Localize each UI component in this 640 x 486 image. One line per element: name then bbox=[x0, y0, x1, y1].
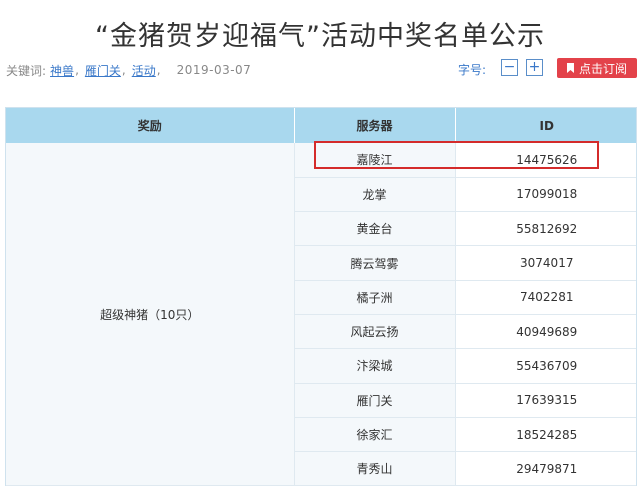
server-cell: 风起云扬 bbox=[294, 314, 456, 350]
id-cell: 55436709 bbox=[455, 348, 636, 384]
header-prize: 奖励 bbox=[6, 108, 295, 143]
server-cell: 嘉陵江 bbox=[294, 143, 456, 178]
server-cell: 汴梁城 bbox=[294, 348, 456, 384]
server-cell: 橘子洲 bbox=[294, 280, 456, 315]
id-cell: 55812692 bbox=[455, 211, 636, 247]
winners-table: 奖励 服务器 ID 超级神猪（10只） 嘉陵江 14475626 龙掌 17099018… bbox=[6, 108, 636, 486]
server-cell: 腾云驾雾 bbox=[294, 245, 456, 281]
header-id: ID bbox=[455, 108, 636, 143]
id-cell: 7402281 bbox=[455, 280, 636, 315]
prize-cell: 超级神猪（10只） bbox=[6, 143, 295, 486]
id-cell: 18524285 bbox=[455, 417, 636, 453]
page-title: “金猪贺岁迎福气”活动中奖名单公示 bbox=[95, 21, 545, 52]
id-cell: 3074017 bbox=[455, 245, 636, 281]
font-decrease-button[interactable]: − bbox=[501, 59, 518, 76]
font-increase-button[interactable]: + bbox=[526, 59, 543, 76]
id-cell: 17099018 bbox=[455, 177, 636, 213]
keyword-link-yanmenguan[interactable]: 雁门关 bbox=[85, 62, 121, 79]
header-server: 服务器 bbox=[294, 108, 456, 143]
publish-date: 2019-03-07 bbox=[176, 63, 252, 77]
id-cell: 40949689 bbox=[455, 314, 636, 350]
server-cell: 徐家汇 bbox=[294, 417, 456, 453]
server-cell: 青秀山 bbox=[294, 451, 456, 486]
server-cell: 黄金台 bbox=[294, 211, 456, 247]
bookmark-icon bbox=[566, 63, 574, 73]
server-cell: 雁门关 bbox=[294, 383, 456, 418]
winners-table-container: 奖励 服务器 ID 超级神猪（10只） 嘉陵江 14475626 龙掌 17099018… bbox=[5, 107, 637, 486]
subscribe-button[interactable]: 点击订阅 bbox=[557, 58, 637, 78]
subscribe-label: 点击订阅 bbox=[578, 61, 627, 76]
keyword-link-shenshou[interactable]: 神兽 bbox=[50, 62, 74, 79]
id-cell: 17639315 bbox=[455, 383, 636, 418]
server-cell: 龙掌 bbox=[294, 177, 456, 213]
font-size-label: 字号: bbox=[458, 63, 487, 77]
id-cell: 29479871 bbox=[455, 451, 636, 486]
table-header-row: 奖励 服务器 ID bbox=[6, 108, 636, 143]
table-row: 超级神猪（10只） 嘉陵江 14475626 bbox=[6, 143, 636, 486]
keyword-link-huodong[interactable]: 活动 bbox=[132, 62, 156, 79]
id-cell: 14475626 bbox=[455, 143, 636, 178]
keywords-label: 关键词: bbox=[6, 63, 47, 78]
